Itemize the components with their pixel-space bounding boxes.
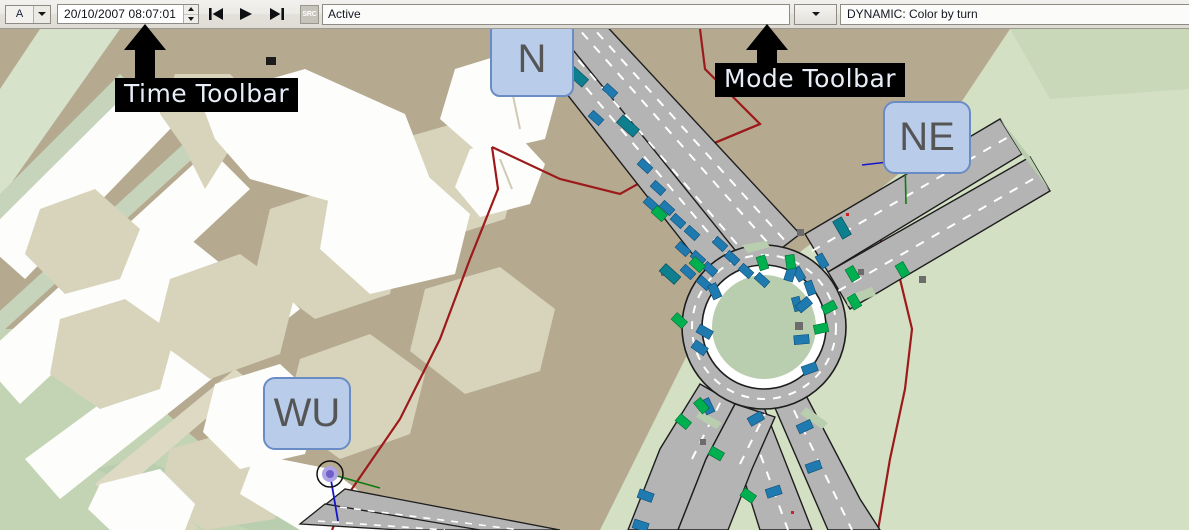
chevron-down-icon[interactable] — [34, 6, 50, 23]
source-badge-text: SRC — [302, 11, 316, 18]
mode-toolbar-callout-label: Mode Toolbar — [715, 63, 905, 97]
map-marker-small — [266, 57, 276, 65]
node-label-ne[interactable]: NE — [883, 101, 971, 174]
source-icon[interactable]: SRC — [300, 5, 319, 24]
skip-forward-icon — [268, 7, 285, 21]
mode-dropdown-toggle[interactable] — [794, 4, 837, 25]
mode-toolbar: DYNAMIC: Color by turn — [790, 0, 1189, 28]
arrow-up-icon — [118, 22, 178, 82]
stepper-down-icon[interactable] — [184, 15, 198, 24]
datetime-stepper[interactable] — [183, 5, 198, 23]
time-toolbar-callout-label: Time Toolbar — [115, 78, 298, 112]
node-label-wu[interactable]: WU — [263, 377, 351, 450]
scenario-selector-value: A — [6, 6, 34, 23]
skip-back-icon — [208, 7, 225, 21]
chevron-down-icon — [812, 12, 820, 16]
skip-to-start-button[interactable] — [203, 1, 229, 27]
status-label: Active — [328, 7, 361, 21]
main-toolbar: A 20/10/2007 08:07:01 — [0, 0, 1189, 29]
play-button[interactable] — [233, 1, 259, 27]
application-window: A 20/10/2007 08:07:01 — [0, 0, 1189, 530]
node-label-wu-text: WU — [274, 391, 341, 436]
skip-to-end-button[interactable] — [263, 1, 289, 27]
mode-select-value: DYNAMIC: Color by turn — [847, 7, 978, 21]
mode-select[interactable]: DYNAMIC: Color by turn — [840, 4, 1189, 25]
status-panel[interactable]: Active — [322, 4, 790, 25]
node-label-n-text: N — [518, 37, 547, 82]
stepper-up-icon[interactable] — [184, 5, 198, 15]
play-icon — [239, 7, 254, 21]
node-label-n[interactable]: N — [490, 29, 574, 97]
datetime-field[interactable]: 20/10/2007 08:07:01 — [57, 4, 199, 24]
scenario-selector[interactable]: A — [5, 5, 51, 24]
datetime-value: 20/10/2007 08:07:01 — [58, 5, 183, 23]
node-label-ne-text: NE — [899, 115, 955, 160]
source-toolbar: SRC Active — [289, 0, 790, 28]
